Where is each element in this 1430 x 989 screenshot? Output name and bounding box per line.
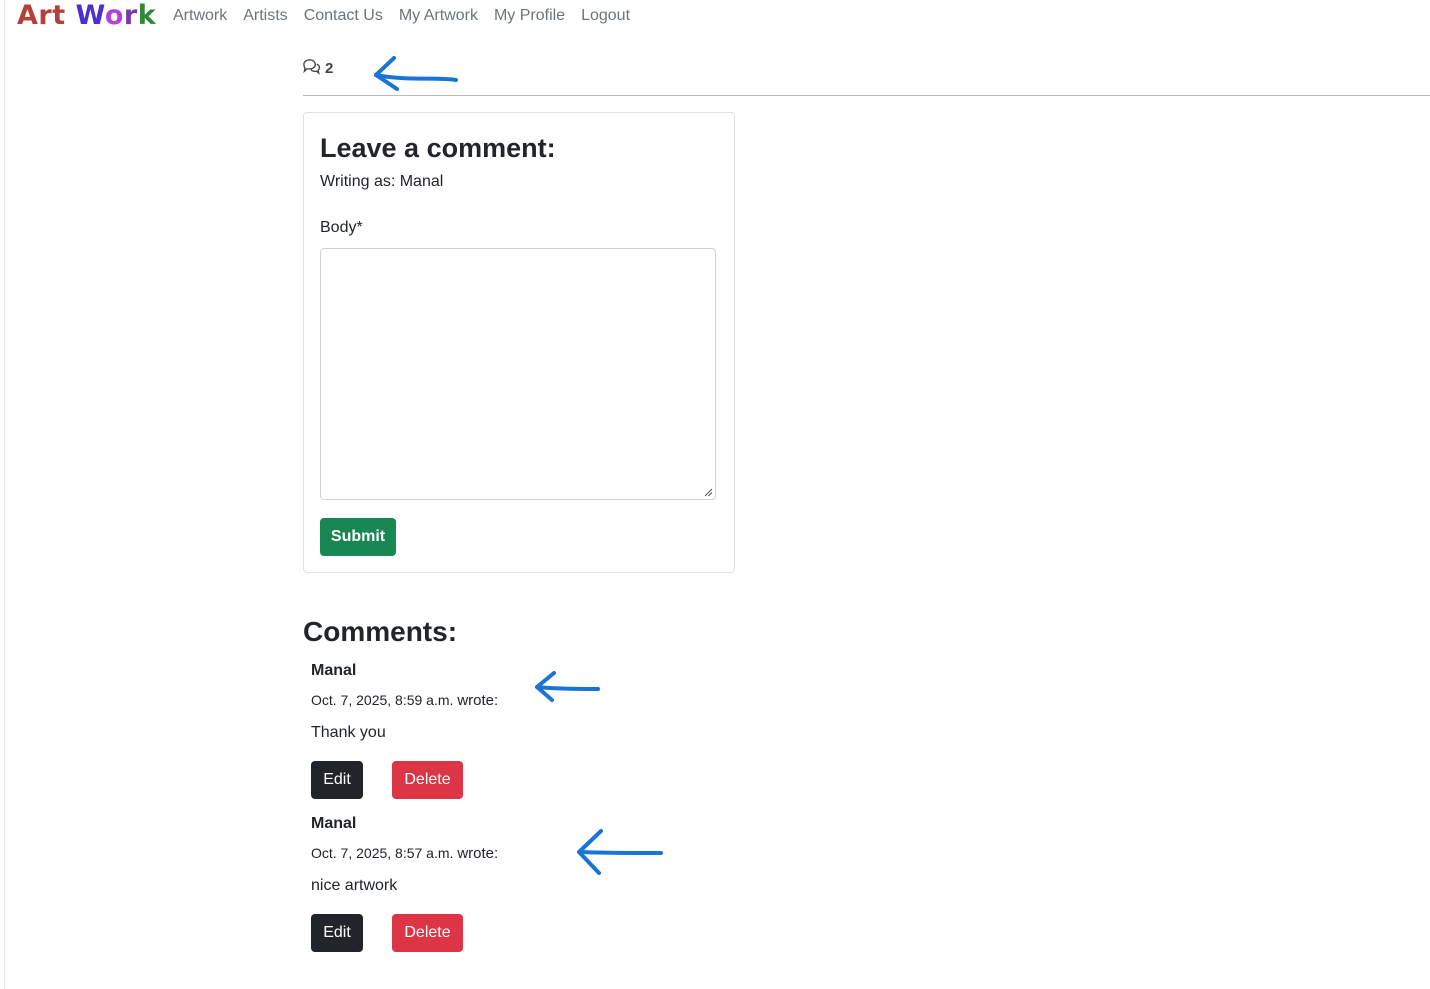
comment-form-heading: Leave a comment: <box>320 133 556 163</box>
comment-author: Manal <box>311 815 357 832</box>
nav-link-my-profile[interactable]: My Profile <box>494 5 565 27</box>
brand-part-work: Work <box>75 0 157 31</box>
divider <box>303 95 1430 96</box>
writing-as-text: Writing as: Manal <box>320 173 444 190</box>
comment-wrote-label: wrote: <box>457 845 499 862</box>
main-nav: Artwork Artists Contact Us My Artwork My… <box>173 5 630 27</box>
comment-author: Manal <box>311 662 357 679</box>
comment-form-card: Leave a comment: Writing as: Manal Body*… <box>303 112 735 573</box>
body-field-label: Body* <box>320 219 363 236</box>
body-textarea[interactable] <box>320 248 716 500</box>
comment-date: Oct. 7, 2025, 8:57 a.m. <box>311 845 454 861</box>
comments-icon <box>302 57 321 80</box>
comment-count-value: 2 <box>325 60 334 77</box>
annotation-arrow-icon <box>577 829 663 875</box>
comment-body: Thank you <box>311 724 386 741</box>
nav-link-my-artwork[interactable]: My Artwork <box>399 5 478 27</box>
nav-link-artwork[interactable]: Artwork <box>173 5 227 27</box>
comments-heading: Comments: <box>303 616 458 647</box>
comment-date: Oct. 7, 2025, 8:59 a.m. <box>311 692 454 708</box>
comment-count: 2 <box>302 57 333 80</box>
comment-meta: Oct. 7, 2025, 8:57 a.m. wrote: <box>311 845 498 862</box>
submit-button[interactable]: Submit <box>320 518 396 556</box>
nav-link-logout[interactable]: Logout <box>581 5 630 27</box>
annotation-arrow-icon <box>374 56 458 91</box>
comment-body: nice artwork <box>311 877 398 894</box>
edit-comment-button[interactable]: Edit <box>311 761 363 799</box>
brand-part-art: Art <box>17 0 66 31</box>
edit-comment-button[interactable]: Edit <box>311 914 363 952</box>
resize-handle-icon[interactable] <box>703 487 713 497</box>
comment-meta: Oct. 7, 2025, 8:59 a.m. wrote: <box>311 692 498 709</box>
comment-wrote-label: wrote: <box>457 692 499 709</box>
nav-link-artists[interactable]: Artists <box>243 5 287 27</box>
delete-comment-button[interactable]: Delete <box>392 761 463 799</box>
nav-link-contact-us[interactable]: Contact Us <box>304 5 383 27</box>
annotation-arrow-icon <box>535 671 600 702</box>
delete-comment-button[interactable]: Delete <box>392 914 463 952</box>
brand-logo[interactable]: Art Work <box>17 0 156 32</box>
page-left-border <box>4 0 5 989</box>
